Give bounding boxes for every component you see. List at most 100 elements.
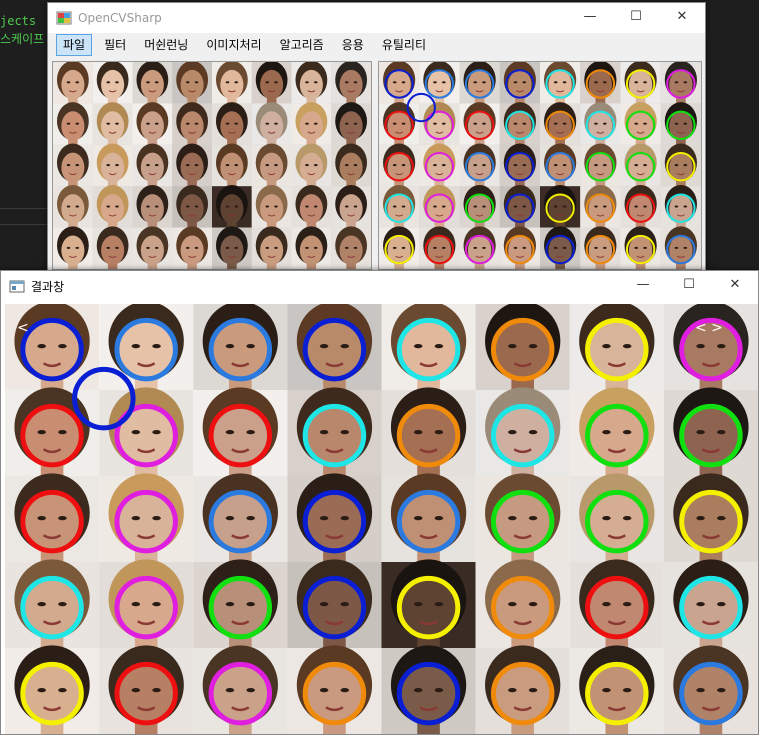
face-skin [260,69,284,100]
face-eye [234,164,239,167]
face-skin [140,235,164,266]
face-eye [344,81,349,84]
face-eye [602,164,607,167]
minimize-button[interactable]: — [620,271,666,301]
face-eye [66,81,71,84]
face-eye [634,122,639,125]
face-eye [562,81,567,84]
face-eye [696,429,705,435]
menu-machine-learning[interactable]: 머쉰런닝 [138,35,194,55]
close-button[interactable]: ✕ [712,271,758,301]
face-eye [683,122,688,125]
face-eye [562,205,567,208]
face-eye [594,164,598,167]
face-eye [717,429,726,435]
maximize-button[interactable]: ☐ [666,271,712,301]
face-skin [180,111,204,142]
face-eye [508,343,517,349]
face-eye [75,81,80,84]
face-eye [674,164,679,167]
minimize-icon: — [636,277,650,292]
face-eye [194,164,199,167]
face-eye [353,122,358,125]
face-eye [154,122,159,125]
face-eye [413,515,423,521]
face-eye [513,164,518,167]
menu-file[interactable]: 파일 [56,34,93,56]
face-skin [61,235,85,266]
face-eye [319,343,329,349]
face-eye [152,429,161,435]
face-skin [220,235,244,266]
face-skin [140,152,164,183]
face-eye [58,601,67,607]
face-eye [401,205,406,208]
face-eye [152,687,161,693]
face-eye [441,164,446,167]
face-eye [340,515,350,521]
ide-text-1: jects [0,14,37,28]
face-eye [433,205,437,208]
face-eye [152,343,161,349]
close-icon: ✕ [729,277,741,292]
source-face-grid [53,62,371,269]
menu-filter[interactable]: 필터 [98,35,132,55]
face-skin [299,111,323,142]
face-eye [344,122,349,125]
face-cell [92,226,133,269]
face-eye [152,601,161,607]
close-button[interactable]: ✕ [659,3,705,33]
maximize-icon: ☐ [630,9,642,24]
face-eye [674,205,679,208]
face-eye [58,687,67,693]
face-eye [643,122,647,125]
face-eye [225,205,230,208]
face-cell [291,226,332,269]
result-titlebar[interactable]: 결과창 — ☐ ✕ [1,271,758,301]
face-eye [185,246,190,249]
face-eye [234,81,239,84]
face-skin [180,235,204,266]
face-skin [101,152,125,183]
menu-utility[interactable]: 유틸리티 [376,35,432,55]
face-eye [522,122,527,125]
face-eye [131,687,141,693]
face-eye [75,205,80,208]
face-eye [319,515,329,521]
face-eye [225,687,235,693]
menu-image-processing[interactable]: 이미지처리 [200,35,267,55]
face-eye [106,246,111,249]
menu-application[interactable]: 응용 [336,35,370,55]
minimize-button[interactable]: — [567,3,613,33]
menu-algorithm[interactable]: 알고리즘 [274,35,330,55]
face-eye [106,122,111,125]
face-eye [634,246,639,249]
face-eye [319,601,329,607]
face-eye [508,687,517,693]
face-eye [696,601,705,607]
face-eye [37,601,46,607]
maximize-button[interactable]: ☐ [613,3,659,33]
face-eye [528,429,538,435]
face-eye [392,164,397,167]
face-eye [643,81,647,84]
main-titlebar[interactable]: OpenCVSharp — ☐ ✕ [48,3,705,33]
face-skin [220,69,244,100]
face-eye [154,164,159,167]
face-skin [220,194,244,224]
face-eye [234,122,239,125]
face-eye [413,343,423,349]
face-eye [305,246,309,249]
face-eye [562,122,567,125]
face-eye [305,122,309,125]
face-eye [106,81,111,84]
face-eye [340,343,350,349]
face-eye [146,246,150,249]
close-icon: ✕ [676,9,688,24]
face-eye [683,81,688,84]
face-eye [313,205,318,208]
face-eye [265,246,270,249]
face-eye [683,246,688,249]
face-skin [180,69,204,100]
face-eye [473,81,478,84]
